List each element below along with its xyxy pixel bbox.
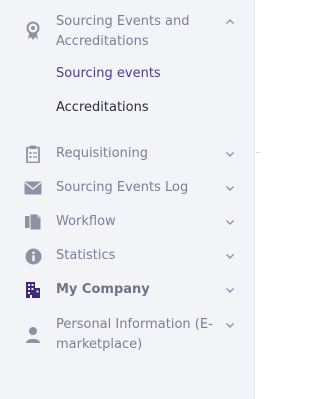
chevron-down-icon[interactable] [223, 249, 237, 263]
clipboard-icon [22, 143, 44, 165]
nav-label-sourcing-events-log: Sourcing Events Log [56, 180, 189, 195]
building-icon [22, 279, 44, 301]
info-icon [22, 245, 44, 267]
nav-item-statistics[interactable]: Statistics [0, 245, 254, 267]
chevron-down-icon[interactable] [223, 283, 237, 297]
nav-item-requisitioning[interactable]: Requisitioning [0, 143, 254, 165]
sidebar-divider [254, 0, 255, 399]
nav-label-statistics: Statistics [56, 248, 116, 263]
sub-item-sourcing-events[interactable]: Sourcing events [56, 64, 236, 84]
nav-label-personal-information: Personal Information (E-marketplace) [56, 317, 213, 352]
nav-label-sourcing-events-accreditations: Sourcing Events and Accreditations [56, 14, 190, 49]
nav-item-my-company[interactable]: My Company [0, 279, 254, 301]
envelope-icon [22, 177, 44, 199]
nav-label-workflow: Workflow [56, 214, 116, 229]
nav-label-my-company: My Company [56, 282, 150, 297]
chevron-down-icon[interactable] [223, 147, 237, 161]
nav-item-sourcing-events-accreditations[interactable]: Sourcing Events and Accreditations [0, 12, 254, 52]
nav-item-sourcing-events-log[interactable]: Sourcing Events Log [0, 177, 254, 199]
chevron-down-icon[interactable] [223, 318, 237, 332]
nav-item-workflow[interactable]: Workflow [0, 211, 254, 233]
sub-item-accreditations[interactable]: Accreditations [56, 98, 236, 118]
person-icon [22, 323, 44, 345]
chevron-down-icon[interactable] [223, 181, 237, 195]
nav-item-personal-information[interactable]: Personal Information (E-marketplace) [0, 315, 254, 355]
sidebar-nav: Sourcing Events and Accreditations Sourc… [0, 0, 254, 399]
documents-icon [22, 211, 44, 233]
award-badge-icon [22, 20, 44, 42]
chevron-up-icon[interactable] [223, 15, 237, 29]
chevron-down-icon[interactable] [223, 215, 237, 229]
content-edge-line [256, 152, 260, 153]
nav-label-requisitioning: Requisitioning [56, 146, 148, 161]
